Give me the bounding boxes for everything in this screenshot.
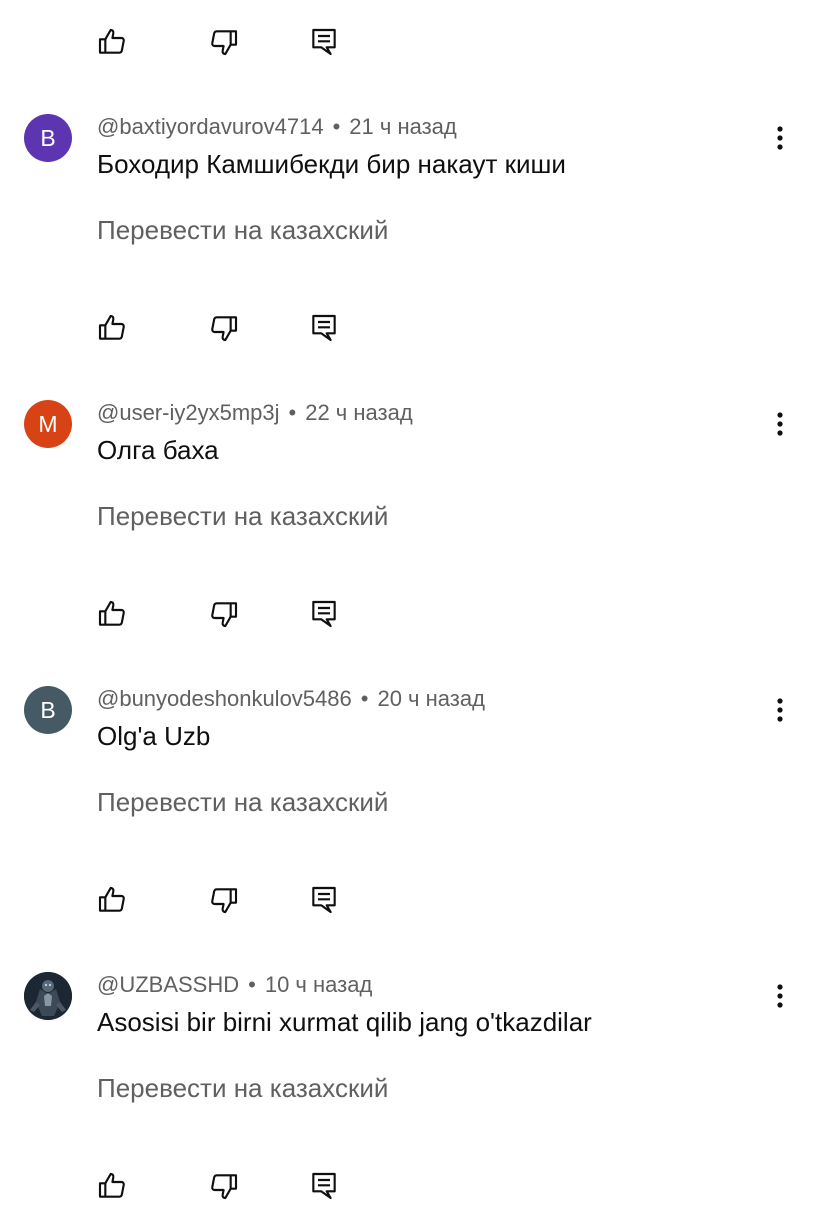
comment-time: 21 ч назад (349, 114, 457, 139)
like-button[interactable] (92, 308, 132, 348)
avatar[interactable]: M (24, 400, 72, 448)
comment-time: 22 ч назад (305, 400, 413, 425)
comment-item: M @user-iy2yx5mp3j • 22 ч назад Олга баха … (0, 400, 829, 550)
reply-button[interactable] (304, 880, 344, 920)
author-name[interactable]: @user-iy2yx5mp3j (97, 400, 280, 425)
avatar[interactable]: B (24, 114, 72, 162)
translate-link[interactable]: Перевести на казахский (97, 501, 388, 531)
translate-link[interactable]: Перевести на казахский (97, 215, 388, 245)
dislike-button[interactable] (204, 594, 244, 634)
thumbs-up-icon (98, 886, 125, 912)
more-vertical-icon (777, 984, 783, 1008)
comment-text: Asosisi bir birni xurmat qilib jang o'tk… (97, 1007, 592, 1037)
reply-icon (312, 600, 336, 628)
separator-dot: • (288, 400, 297, 425)
reply-button[interactable] (304, 1166, 344, 1206)
comment-meta: @baxtiyordavurov4714 • 21 ч назад (97, 114, 457, 140)
translate-link[interactable]: Перевести на казахский (97, 1073, 388, 1103)
comment-item: @UZBASSHD • 10 ч назад Asosisi bir birni x… (0, 972, 829, 1122)
comment-meta: @bunyodeshonkulov5486 • 20 ч назад (97, 686, 485, 712)
more-options-button[interactable] (760, 118, 800, 158)
thumbs-down-icon (211, 888, 238, 914)
reply-icon (312, 314, 336, 342)
comment-item: B @baxtiyordavurov4714 • 21 ч назад Боходи… (0, 114, 829, 264)
avatar-image (24, 972, 72, 1020)
reply-icon (312, 886, 336, 914)
avatar[interactable]: B (24, 686, 72, 734)
separator-dot: • (360, 686, 369, 711)
thumbs-up-icon (98, 600, 125, 626)
more-vertical-icon (777, 412, 783, 436)
comment-meta: @UZBASSHD • 10 ч назад (97, 972, 372, 998)
author-name[interactable]: @baxtiyordavurov4714 (97, 114, 324, 139)
comment-actions (0, 594, 829, 634)
reply-button[interactable] (304, 594, 344, 634)
more-options-button[interactable] (760, 690, 800, 730)
reply-icon (312, 28, 336, 56)
comment-meta: @user-iy2yx5mp3j • 22 ч назад (97, 400, 413, 426)
author-name[interactable]: @UZBASSHD (97, 972, 239, 997)
like-button[interactable] (92, 880, 132, 920)
comment-time: 10 ч назад (264, 972, 373, 997)
dislike-button[interactable] (204, 1166, 244, 1206)
comment-actions (0, 1166, 829, 1206)
comment-actions (0, 308, 829, 348)
thumbs-down-icon (211, 1174, 238, 1200)
separator-dot: • (248, 972, 256, 997)
more-vertical-icon (777, 698, 783, 722)
translate-link[interactable]: Перевести на казахский (97, 787, 388, 817)
like-button[interactable] (92, 1166, 132, 1206)
comment-text: Боходир Камшибекди бир накаут киши (97, 149, 566, 179)
thumbs-down-icon (211, 602, 238, 628)
separator-dot: • (332, 114, 341, 139)
dislike-button[interactable] (204, 880, 244, 920)
thumbs-up-icon (98, 314, 125, 340)
like-button[interactable] (92, 594, 132, 634)
comment-actions (0, 880, 829, 920)
more-options-button[interactable] (760, 976, 800, 1016)
comment-text: Олга баха (97, 435, 219, 465)
reply-icon (312, 1172, 336, 1200)
reply-button[interactable] (304, 308, 344, 348)
more-options-button[interactable] (760, 404, 800, 444)
comment-item: B @bunyodeshonkulov5486 • 20 ч назад Olg'a… (0, 686, 829, 836)
comment-text: Olg'a Uzb (97, 721, 211, 751)
comment-time: 20 ч назад (377, 686, 485, 711)
thumbs-down-icon (211, 30, 238, 56)
avatar[interactable] (24, 972, 72, 1020)
dislike-button[interactable] (204, 308, 244, 348)
more-vertical-icon (777, 126, 783, 150)
dislike-button[interactable] (204, 22, 244, 62)
comment-actions (0, 22, 829, 62)
reply-button[interactable] (304, 22, 344, 62)
author-name[interactable]: @bunyodeshonkulov5486 (97, 686, 352, 711)
thumbs-up-icon (98, 28, 125, 54)
thumbs-up-icon (98, 1172, 125, 1198)
like-button[interactable] (92, 22, 132, 62)
thumbs-down-icon (211, 316, 238, 342)
